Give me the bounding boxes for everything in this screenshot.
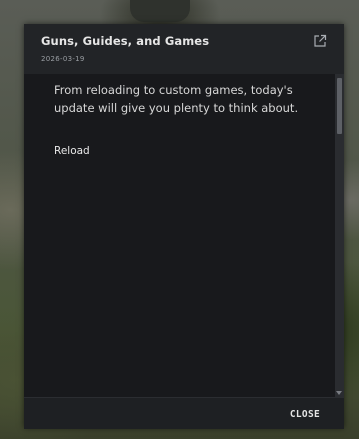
dialog-title: Guns, Guides, and Games xyxy=(41,34,210,48)
dialog-content[interactable]: From reloading to custom games, today's … xyxy=(24,74,344,397)
dialog-footer: CLOSE xyxy=(24,397,344,429)
dialog-header: Guns, Guides, and Games 2026-03-19 xyxy=(24,24,344,74)
news-dialog: Guns, Guides, and Games 2026-03-19 From … xyxy=(24,24,344,429)
content-scrollbar[interactable] xyxy=(335,74,344,397)
external-link-icon[interactable] xyxy=(313,33,327,47)
update-summary: From reloading to custom games, today's … xyxy=(54,83,299,115)
dialog-date: 2026-03-19 xyxy=(41,55,85,63)
section-heading-reload: Reload xyxy=(54,145,90,157)
scrollbar-thumb[interactable] xyxy=(337,78,342,134)
background-character xyxy=(130,0,190,22)
scroll-down-arrow-icon[interactable] xyxy=(336,391,342,395)
close-button[interactable]: CLOSE xyxy=(290,409,320,420)
